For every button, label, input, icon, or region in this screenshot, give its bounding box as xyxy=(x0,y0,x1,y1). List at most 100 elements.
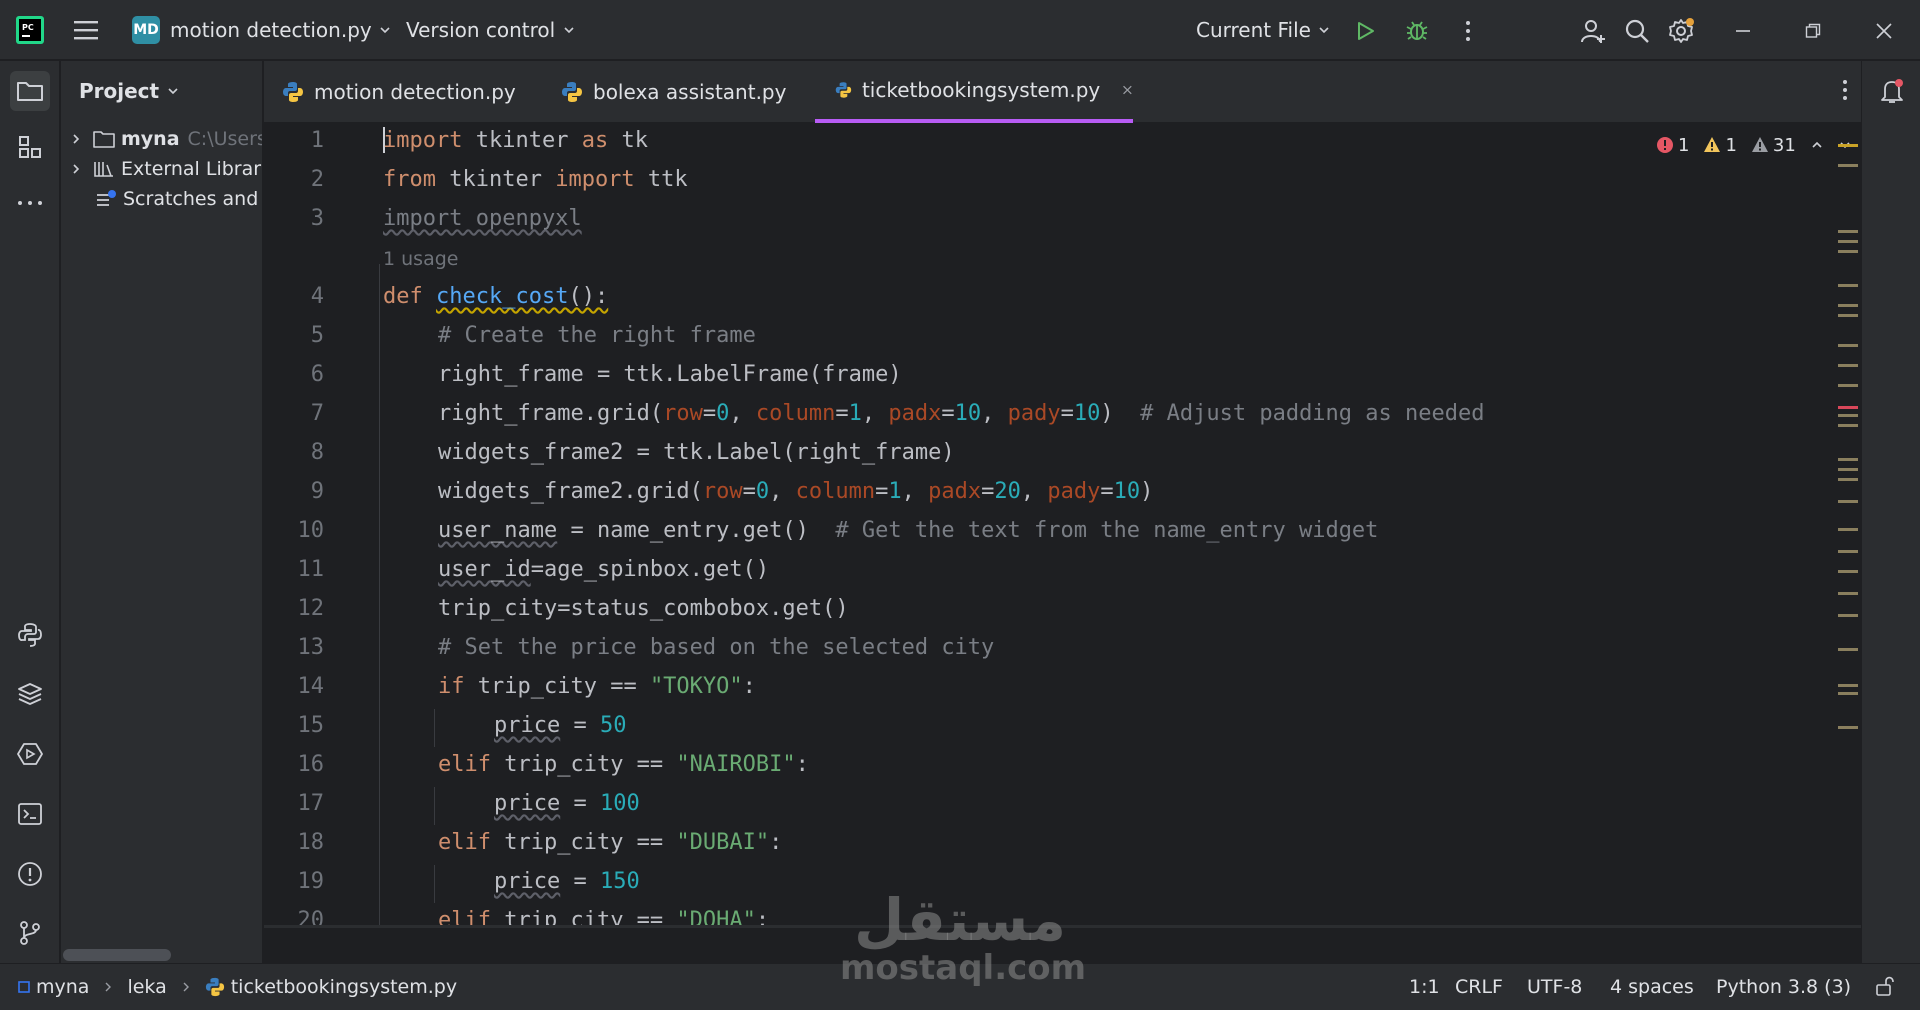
close-window-icon[interactable] xyxy=(1869,16,1899,46)
structure-icon[interactable] xyxy=(10,127,50,167)
line-separator[interactable]: CRLF xyxy=(1455,976,1503,998)
weak-warning-mark[interactable] xyxy=(1838,500,1858,503)
weak-warning-mark[interactable] xyxy=(1838,614,1858,617)
weak-warning-mark[interactable] xyxy=(1838,458,1858,461)
caret-position[interactable]: 1:1 xyxy=(1409,976,1440,998)
settings-gear-icon[interactable] xyxy=(1666,16,1696,46)
weak-warning-mark[interactable] xyxy=(1838,468,1858,471)
line-number[interactable]: 6 xyxy=(264,362,324,387)
more-actions-icon[interactable] xyxy=(1453,16,1483,46)
weak-warning-mark[interactable] xyxy=(1838,648,1858,651)
code-editor[interactable]: 1 1 31 1 2 3 4 5 6 7 8 9 10 11 12 13 14 15 16 17 18 19 20 i… xyxy=(264,124,1861,928)
errors-count[interactable]: 1 xyxy=(1656,135,1689,156)
main-menu-icon[interactable] xyxy=(72,18,100,42)
tab-motion-detection[interactable]: motion detection.py xyxy=(282,61,516,123)
previous-highlight-icon[interactable] xyxy=(1810,138,1824,152)
weak-warning-mark[interactable] xyxy=(1838,230,1858,233)
problems-icon[interactable] xyxy=(10,854,50,894)
weak-warning-mark[interactable] xyxy=(1838,384,1858,387)
python-packages-icon[interactable] xyxy=(10,674,50,714)
weak-warning-mark[interactable] xyxy=(1838,304,1858,307)
terminal-icon[interactable] xyxy=(10,794,50,834)
horizontal-scrollbar[interactable] xyxy=(63,949,171,961)
line-number[interactable]: 9 xyxy=(264,479,324,504)
breadcrumb-item[interactable]: leka xyxy=(127,976,166,998)
breadcrumb-item[interactable]: ticketbookingsystem.py xyxy=(231,976,457,998)
tree-item-myna[interactable]: myna C:\Users xyxy=(69,125,262,153)
line-number[interactable]: 2 xyxy=(264,167,324,192)
close-tab-icon[interactable] xyxy=(1122,83,1133,97)
line-number[interactable]: 8 xyxy=(264,440,324,465)
line-number[interactable]: 17 xyxy=(264,791,325,816)
tab-actions-more-icon[interactable] xyxy=(1830,75,1860,105)
line-number[interactable]: 14 xyxy=(264,674,325,699)
weak-warning-mark[interactable] xyxy=(1838,414,1858,417)
usage-hint[interactable]: 1 usage xyxy=(383,248,458,270)
weak-warning-mark[interactable] xyxy=(1838,478,1858,481)
debug-icon[interactable] xyxy=(1402,16,1432,46)
weak-warning-mark[interactable] xyxy=(1838,364,1858,367)
line-number[interactable]: 15 xyxy=(264,713,325,738)
project-badge[interactable]: MD xyxy=(132,16,160,44)
line-number[interactable]: 10 xyxy=(264,518,325,543)
line-number[interactable]: 4 xyxy=(264,284,324,309)
chevron-right-icon[interactable] xyxy=(69,162,83,176)
project-selector[interactable]: motion detection.py xyxy=(170,18,392,42)
weak-warning-mark[interactable] xyxy=(1838,592,1858,595)
tree-item-scratches[interactable]: Scratches and xyxy=(95,185,258,213)
add-user-icon[interactable] xyxy=(1578,16,1608,46)
notifications-bell-icon[interactable] xyxy=(1872,71,1912,111)
unlock-icon[interactable] xyxy=(1874,975,1896,1002)
weak-warnings-count[interactable]: 31 xyxy=(1751,135,1796,156)
project-panel-header[interactable]: Project xyxy=(79,79,180,103)
warnings-count[interactable]: 1 xyxy=(1703,135,1737,156)
restore-window-icon[interactable] xyxy=(1798,16,1828,46)
run-configuration-selector[interactable]: Current File xyxy=(1196,18,1331,42)
more-tool-windows-icon[interactable] xyxy=(10,183,50,223)
line-number[interactable]: 12 xyxy=(264,596,325,621)
services-icon[interactable] xyxy=(10,734,50,774)
weak-warning-mark[interactable] xyxy=(1838,240,1858,243)
line-number[interactable]: 13 xyxy=(264,635,325,660)
weak-warning-mark[interactable] xyxy=(1838,550,1858,553)
tab-ticketbookingsystem[interactable]: ticketbookingsystem.py xyxy=(815,61,1133,123)
weak-warning-mark[interactable] xyxy=(1838,424,1858,427)
line-number[interactable]: 1 xyxy=(264,128,324,153)
file-encoding[interactable]: UTF-8 xyxy=(1527,976,1582,998)
weak-warning-mark[interactable] xyxy=(1838,528,1858,531)
breadcrumb-item[interactable]: myna xyxy=(36,976,89,998)
error-mark[interactable] xyxy=(1838,406,1858,409)
weak-warning-mark[interactable] xyxy=(1838,250,1858,253)
line-number[interactable]: 5 xyxy=(264,323,324,348)
python-interpreter[interactable]: Python 3.8 (3) xyxy=(1716,976,1851,998)
version-control-menu[interactable]: Version control xyxy=(406,18,576,42)
warning-mark[interactable] xyxy=(1838,144,1858,147)
chevron-right-icon[interactable] xyxy=(69,132,83,146)
weak-warning-mark[interactable] xyxy=(1838,344,1858,347)
git-branch-icon[interactable] xyxy=(10,913,50,953)
python-console-icon[interactable] xyxy=(10,615,50,655)
line-number[interactable]: 18 xyxy=(264,830,325,855)
weak-warning-mark[interactable] xyxy=(1838,570,1858,573)
tab-bolexa-assistant[interactable]: bolexa assistant.py xyxy=(561,61,786,123)
weak-warning-mark[interactable] xyxy=(1838,284,1858,287)
run-icon[interactable] xyxy=(1350,16,1380,46)
weak-warning-mark[interactable] xyxy=(1838,684,1858,687)
line-number[interactable]: 19 xyxy=(264,869,325,894)
error-stripe[interactable] xyxy=(1838,144,1858,904)
weak-warning-mark[interactable] xyxy=(1838,726,1858,729)
weak-warning-mark[interactable] xyxy=(1838,314,1858,317)
project-folder-icon[interactable] xyxy=(10,71,50,111)
search-icon[interactable] xyxy=(1622,16,1652,46)
weak-warning-mark[interactable] xyxy=(1838,164,1858,167)
line-number[interactable]: 16 xyxy=(264,752,325,777)
minimize-window-icon[interactable] xyxy=(1728,16,1758,46)
weak-warning-mark[interactable] xyxy=(1838,692,1858,695)
line-number[interactable]: 3 xyxy=(264,206,324,231)
project-name: motion detection.py xyxy=(170,18,372,42)
tree-item-external-libraries[interactable]: External Librari xyxy=(69,155,262,183)
line-number[interactable]: 7 xyxy=(264,401,324,426)
inspection-widget[interactable]: 1 1 31 xyxy=(1656,130,1852,160)
line-number[interactable]: 11 xyxy=(264,557,325,582)
indent-setting[interactable]: 4 spaces xyxy=(1610,976,1694,998)
